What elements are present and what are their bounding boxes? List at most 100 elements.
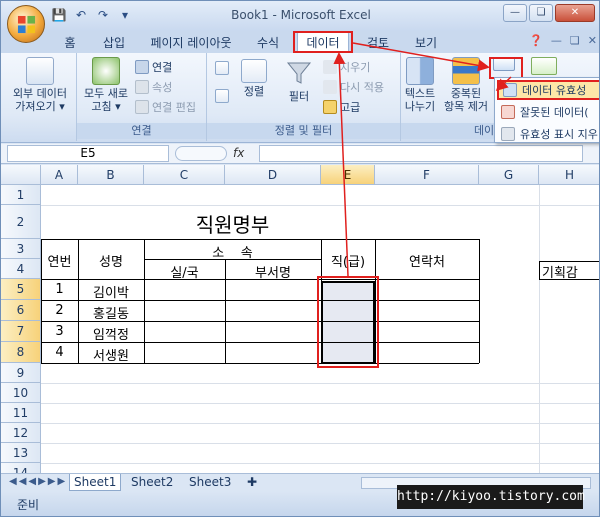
get-external-data-button[interactable]: 외부 데이터 가져오기 ▾ xyxy=(7,57,73,113)
header-division[interactable]: 부서명 xyxy=(225,262,321,281)
tab-insert[interactable]: 삽입 xyxy=(101,34,127,51)
sheet-title[interactable]: 직원명부 xyxy=(144,209,321,238)
ribbon-minimize-icon[interactable]: — xyxy=(551,34,562,47)
ribbon-restore-icon[interactable]: ❏ xyxy=(570,34,580,47)
column-header-selected[interactable]: E xyxy=(321,165,375,185)
group-sort-filter-label: 정렬 및 필터 xyxy=(207,123,400,139)
header-name[interactable]: 성명 xyxy=(78,251,144,270)
column-header[interactable]: D xyxy=(225,165,321,185)
tab-home[interactable]: 홈 xyxy=(59,34,81,51)
record-name[interactable]: 김이박 xyxy=(78,282,144,301)
record-no[interactable]: 3 xyxy=(41,324,78,339)
row-header[interactable]: 2 xyxy=(1,205,41,239)
formula-bar-expander[interactable] xyxy=(175,146,227,161)
edit-links-button[interactable]: 연결 편집 xyxy=(135,99,196,115)
data-validation-button-highlight xyxy=(489,57,523,79)
data-tab-highlight xyxy=(293,31,353,53)
restore-button[interactable]: ❏ xyxy=(529,4,553,22)
remove-duplicates-button[interactable]: 중복된 항목 제거 xyxy=(441,57,491,113)
help-icon[interactable]: ❓ xyxy=(529,34,543,47)
record-no[interactable]: 4 xyxy=(41,345,78,360)
tab-page-layout[interactable]: 페이지 레이아웃 xyxy=(146,34,236,51)
filter-button[interactable]: 필터 xyxy=(281,59,317,103)
sheet-tab[interactable]: Sheet1 xyxy=(69,474,122,491)
clear-filter-label: 지우기 xyxy=(340,61,371,74)
row-header[interactable]: 4 xyxy=(1,259,41,279)
window-controls: — ❏ ✕ xyxy=(503,4,595,22)
insert-sheet-icon[interactable]: ✚ xyxy=(243,474,261,491)
connections-button[interactable]: 연결 xyxy=(135,59,172,75)
select-all-corner[interactable] xyxy=(1,165,41,185)
clear-circles-icon xyxy=(501,127,515,141)
status-ready: 준비 xyxy=(17,498,40,512)
menu-item-circle-invalid[interactable]: 잘못된 데이터( xyxy=(497,102,599,122)
advanced-filter-button[interactable]: 고급 xyxy=(323,99,360,115)
sort-ascending-button[interactable] xyxy=(215,61,229,75)
consolidate-button[interactable] xyxy=(531,57,557,75)
sort-descending-button[interactable] xyxy=(215,89,229,103)
tab-view[interactable]: 보기 xyxy=(413,34,439,51)
advanced-filter-label: 고급 xyxy=(340,101,361,114)
row-header[interactable]: 11 xyxy=(1,403,41,423)
sort-button[interactable]: 정렬 xyxy=(237,59,271,98)
office-button[interactable] xyxy=(7,5,45,43)
get-external-data-label: 외부 데이터 가져오기 ▾ xyxy=(12,87,68,113)
record-name[interactable]: 홍길동 xyxy=(78,303,144,322)
text-to-columns-label: 텍스트 나누기 xyxy=(404,87,436,113)
data-validation-menu-icon xyxy=(503,83,517,97)
header-dept[interactable]: 소 속 xyxy=(144,242,321,261)
edit-links-label: 연결 편집 xyxy=(152,101,196,114)
sheet-tab[interactable]: Sheet3 xyxy=(185,474,235,491)
minimize-button[interactable]: — xyxy=(503,4,527,22)
selection-highlight xyxy=(317,276,379,368)
column-header[interactable]: B xyxy=(78,165,144,185)
record-name[interactable]: 서생원 xyxy=(78,345,144,364)
column-header[interactable]: A xyxy=(41,165,78,185)
row-header-selected[interactable]: 5 xyxy=(1,279,41,300)
row-header-selected[interactable]: 7 xyxy=(1,321,41,342)
close-button[interactable]: ✕ xyxy=(555,4,595,22)
insert-function-icon[interactable]: fx xyxy=(233,146,244,160)
gridline xyxy=(41,403,599,404)
text-to-columns-button[interactable]: 텍스트 나누기 xyxy=(401,57,439,113)
row-header[interactable]: 1 xyxy=(1,185,41,205)
row-header[interactable]: 12 xyxy=(1,423,41,443)
sheet-tab[interactable]: Sheet2 xyxy=(127,474,177,491)
menu-item-label: 데이터 유효성 xyxy=(522,84,587,97)
ribbon-close-icon[interactable]: ✕ xyxy=(588,34,597,47)
tab-formulas[interactable]: 수식 xyxy=(255,34,281,51)
connections-label: 연결 xyxy=(152,61,173,74)
header-office[interactable]: 실/국 xyxy=(144,262,225,281)
side-label-cell[interactable]: 기획감 xyxy=(539,261,599,281)
worksheet-grid[interactable]: A B C D E F G H 1 2 3 4 5 6 7 8 9 10 11 … xyxy=(1,165,599,473)
properties-button[interactable]: 속성 xyxy=(135,79,172,95)
row-header-selected[interactable]: 6 xyxy=(1,300,41,321)
row-header[interactable]: 9 xyxy=(1,363,41,383)
record-no[interactable]: 1 xyxy=(41,282,78,297)
refresh-all-button[interactable]: 모두 새로 고침 ▾ xyxy=(81,57,131,113)
column-header[interactable]: G xyxy=(479,165,539,185)
name-box[interactable]: E5 xyxy=(7,145,169,162)
formula-input[interactable] xyxy=(259,145,583,162)
menu-item-clear-circles[interactable]: 유효성 표시 지우 xyxy=(497,124,599,144)
header-contact[interactable]: 연락처 xyxy=(375,251,479,270)
reapply-button[interactable]: 다시 적용 xyxy=(323,79,384,95)
clear-filter-button[interactable]: 지우기 xyxy=(323,59,370,75)
menu-item-data-validation[interactable]: 데이터 유효성 xyxy=(497,80,599,100)
group-connections: 모두 새로 고침 ▾ 연결 속성 연결 편집 연결 xyxy=(77,53,207,141)
row-header-selected[interactable]: 8 xyxy=(1,342,41,363)
remove-duplicates-label: 중복된 항목 제거 xyxy=(444,87,488,113)
row-header[interactable]: 10 xyxy=(1,383,41,403)
tab-review[interactable]: 검토 xyxy=(365,34,391,51)
row-header[interactable]: 3 xyxy=(1,239,41,259)
row-header[interactable]: 13 xyxy=(1,443,41,463)
header-no[interactable]: 연번 xyxy=(41,251,78,270)
row-header[interactable]: 14 xyxy=(1,463,41,473)
record-name[interactable]: 임꺽정 xyxy=(78,324,144,343)
header-rank[interactable]: 직(급) xyxy=(321,251,375,270)
column-header[interactable]: C xyxy=(144,165,225,185)
column-header[interactable]: H xyxy=(539,165,599,185)
sheet-nav-icon[interactable]: ◀◀◀▶▶▶ xyxy=(9,476,67,487)
record-no[interactable]: 2 xyxy=(41,303,78,318)
column-header[interactable]: F xyxy=(375,165,479,185)
